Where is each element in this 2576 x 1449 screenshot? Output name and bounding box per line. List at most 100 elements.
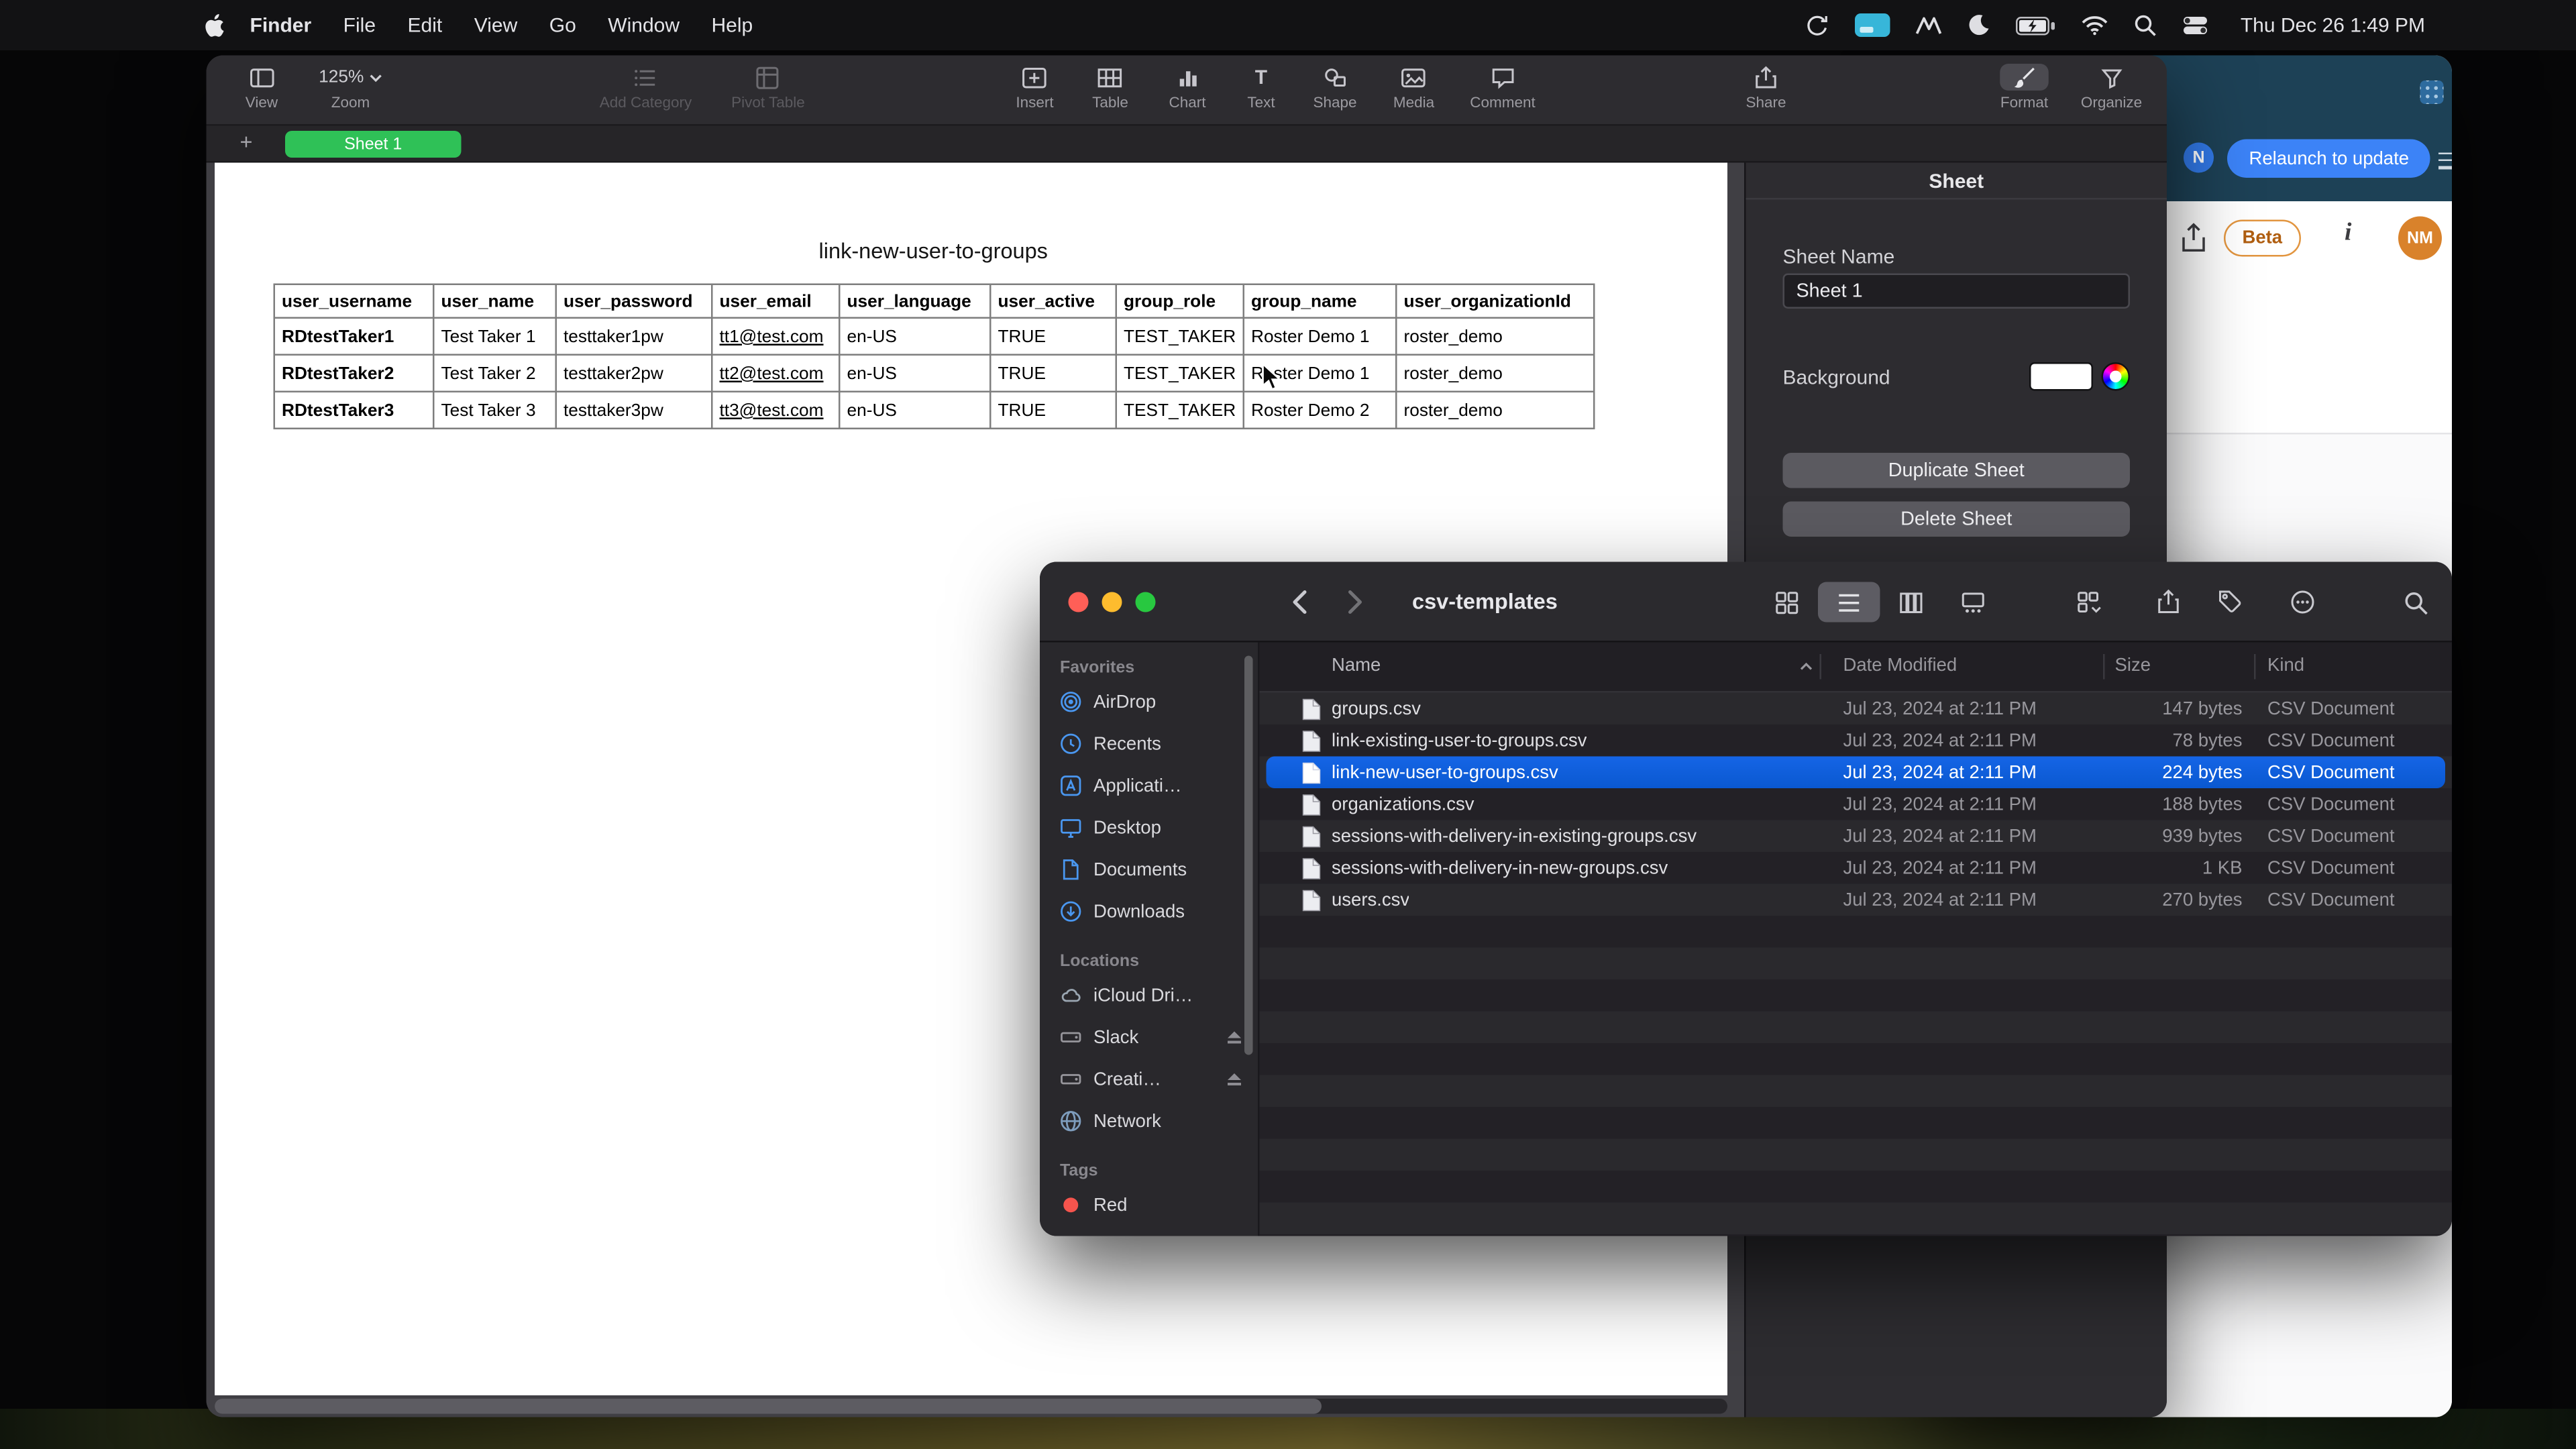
cell[interactable]: Roster Demo 1	[1244, 318, 1397, 355]
file-row-link-existing-user-to-groups-csv[interactable]: link-existing-user-to-groups.csv Jul 23,…	[1260, 724, 2453, 757]
close-button[interactable]	[1069, 592, 1089, 612]
organize-button[interactable]: Organize	[2081, 64, 2142, 111]
sidebar-item-recents[interactable]: Recents	[1040, 723, 1258, 765]
app-grid-icon[interactable]	[2420, 80, 2444, 104]
cell[interactable]: RDtestTaker3	[274, 392, 434, 429]
sidebar-item-creative-drive[interactable]: Creati…	[1040, 1059, 1258, 1101]
sidebar-item-airdrop[interactable]: AirDrop	[1040, 681, 1258, 723]
cell[interactable]: testtaker3pw	[556, 392, 712, 429]
cell[interactable]: roster_demo	[1396, 392, 1594, 429]
text-button[interactable]: T Text	[1247, 64, 1275, 111]
cell[interactable]: en-US	[839, 318, 990, 355]
duplicate-sheet-button[interactable]: Duplicate Sheet	[1783, 453, 2131, 488]
cell[interactable]: TRUE	[990, 392, 1116, 429]
sidebar-item-desktop[interactable]: Desktop	[1040, 807, 1258, 849]
col-header[interactable]: user_active	[990, 284, 1116, 318]
forward-button[interactable]	[1347, 589, 1364, 625]
cell[interactable]: en-US	[839, 355, 990, 392]
scrollbar-thumb[interactable]	[215, 1399, 1322, 1414]
info-icon[interactable]: i	[2345, 220, 2351, 249]
cell[interactable]: RDtestTaker1	[274, 318, 434, 355]
cell[interactable]: roster_demo	[1396, 355, 1594, 392]
cell[interactable]: testtaker1pw	[556, 318, 712, 355]
cell[interactable]: TRUE	[990, 355, 1116, 392]
menu-item-help[interactable]: Help	[712, 13, 753, 37]
cell-email[interactable]: tt2@test.com	[712, 355, 839, 392]
file-row-sessions-with-delivery-in-new-groups-csv[interactable]: sessions-with-delivery-in-new-groups.csv…	[1260, 852, 2453, 884]
list-view-button[interactable]	[1818, 582, 1880, 623]
cell-email[interactable]: tt1@test.com	[712, 318, 839, 355]
cell[interactable]: testtaker2pw	[556, 355, 712, 392]
chart-button[interactable]: Chart	[1169, 64, 1205, 111]
column-header-kind[interactable]: Kind	[2267, 656, 2304, 676]
col-header[interactable]: user_organizationId	[1396, 284, 1594, 318]
eject-icon[interactable]	[1226, 1072, 1243, 1087]
inspector-tab-sheet[interactable]: Sheet	[1746, 163, 2167, 200]
sidebar-item-documents[interactable]: Documents	[1040, 849, 1258, 891]
sheet-tab[interactable]: Sheet 1	[285, 131, 462, 158]
share-button[interactable]: Share	[1746, 64, 1786, 111]
tags-button[interactable]	[2206, 582, 2256, 623]
file-row-link-new-user-to-groups-csv-selected[interactable]: link-new-user-to-groups.csv Jul 23, 2024…	[1260, 757, 2453, 789]
finder-share-button[interactable]	[2143, 582, 2194, 623]
col-header[interactable]: user_password	[556, 284, 712, 318]
icon-view-button[interactable]	[1756, 582, 1819, 623]
relaunch-to-update-button[interactable]: Relaunch to update	[2227, 140, 2431, 178]
control-center-icon[interactable]	[2182, 15, 2208, 36]
format-button[interactable]: Format	[2000, 64, 2049, 111]
sidebar-item-icloud-drive[interactable]: iCloud Dri…	[1040, 975, 1258, 1017]
menu-clock[interactable]: Thu Dec 26 1:49 PM	[2241, 13, 2425, 37]
notification-badge[interactable]: N	[2184, 143, 2214, 173]
col-header[interactable]: user_email	[712, 284, 839, 318]
cell[interactable]: Test Taker 3	[433, 392, 556, 429]
sync-status-icon[interactable]	[1805, 13, 1830, 38]
color-wheel-button[interactable]	[2102, 362, 2131, 391]
file-row-users-csv[interactable]: users.csv Jul 23, 2024 at 2:11 PM 270 by…	[1260, 884, 2453, 916]
cell[interactable]: TEST_TAKER	[1116, 355, 1244, 392]
sheet-name-input[interactable]	[1783, 274, 2131, 309]
sidebar-item-applications[interactable]: Applicati…	[1040, 765, 1258, 807]
gallery-view-button[interactable]	[1942, 582, 2004, 623]
file-row-sessions-with-delivery-in-existing-groups-csv[interactable]: sessions-with-delivery-in-existing-group…	[1260, 820, 2453, 853]
cell[interactable]: Roster Demo 2	[1244, 392, 1397, 429]
col-header[interactable]: user_name	[433, 284, 556, 318]
col-header[interactable]: group_role	[1116, 284, 1244, 318]
column-view-button[interactable]	[1880, 582, 1943, 623]
zoom-control[interactable]: 125% Zoom	[319, 64, 382, 111]
col-header[interactable]: group_name	[1244, 284, 1397, 318]
menu-item-file[interactable]: File	[343, 13, 376, 37]
more-actions-button[interactable]	[2277, 582, 2328, 623]
apple-menu[interactable]	[205, 13, 227, 38]
add-category-button[interactable]: Add Category	[600, 64, 692, 111]
sidebar-scrollbar[interactable]	[1244, 656, 1253, 1055]
add-sheet-button[interactable]: +	[240, 129, 253, 155]
sidebar-item-tag-red[interactable]: Red	[1040, 1184, 1258, 1226]
menu-item-finder[interactable]: Finder	[250, 13, 312, 37]
horizontal-scrollbar[interactable]	[215, 1399, 1727, 1414]
document-table-title[interactable]: link-new-user-to-groups	[274, 238, 1594, 264]
zoom-button[interactable]	[1136, 592, 1156, 612]
background-color-swatch[interactable]	[2029, 362, 2093, 391]
menu-item-edit[interactable]: Edit	[408, 13, 443, 37]
menu-item-go[interactable]: Go	[549, 13, 576, 37]
view-button[interactable]: View	[246, 64, 278, 111]
shape-button[interactable]: Shape	[1313, 64, 1356, 111]
sidebar-item-downloads[interactable]: Downloads	[1040, 891, 1258, 933]
cell[interactable]: TEST_TAKER	[1116, 318, 1244, 355]
table-button[interactable]: Table	[1092, 64, 1128, 111]
finder-search-button[interactable]	[2390, 582, 2440, 623]
hamburger-menu-icon[interactable]	[2438, 148, 2452, 173]
group-by-button[interactable]	[2066, 582, 2116, 623]
insert-button[interactable]: Insert	[1016, 64, 1053, 111]
screen-sharing-indicator-icon[interactable]	[1855, 13, 1890, 37]
col-header[interactable]: user_language	[839, 284, 990, 318]
cell-email[interactable]: tt3@test.com	[712, 392, 839, 429]
menu-item-window[interactable]: Window	[608, 13, 680, 37]
media-button[interactable]: Media	[1393, 64, 1434, 111]
menu-extra-mountains-icon[interactable]	[1915, 15, 1942, 36]
battery-icon[interactable]	[2016, 16, 2056, 35]
col-header[interactable]: user_username	[274, 284, 434, 318]
menu-item-view[interactable]: View	[474, 13, 517, 37]
cell[interactable]: RDtestTaker2	[274, 355, 434, 392]
cell[interactable]: TRUE	[990, 318, 1116, 355]
